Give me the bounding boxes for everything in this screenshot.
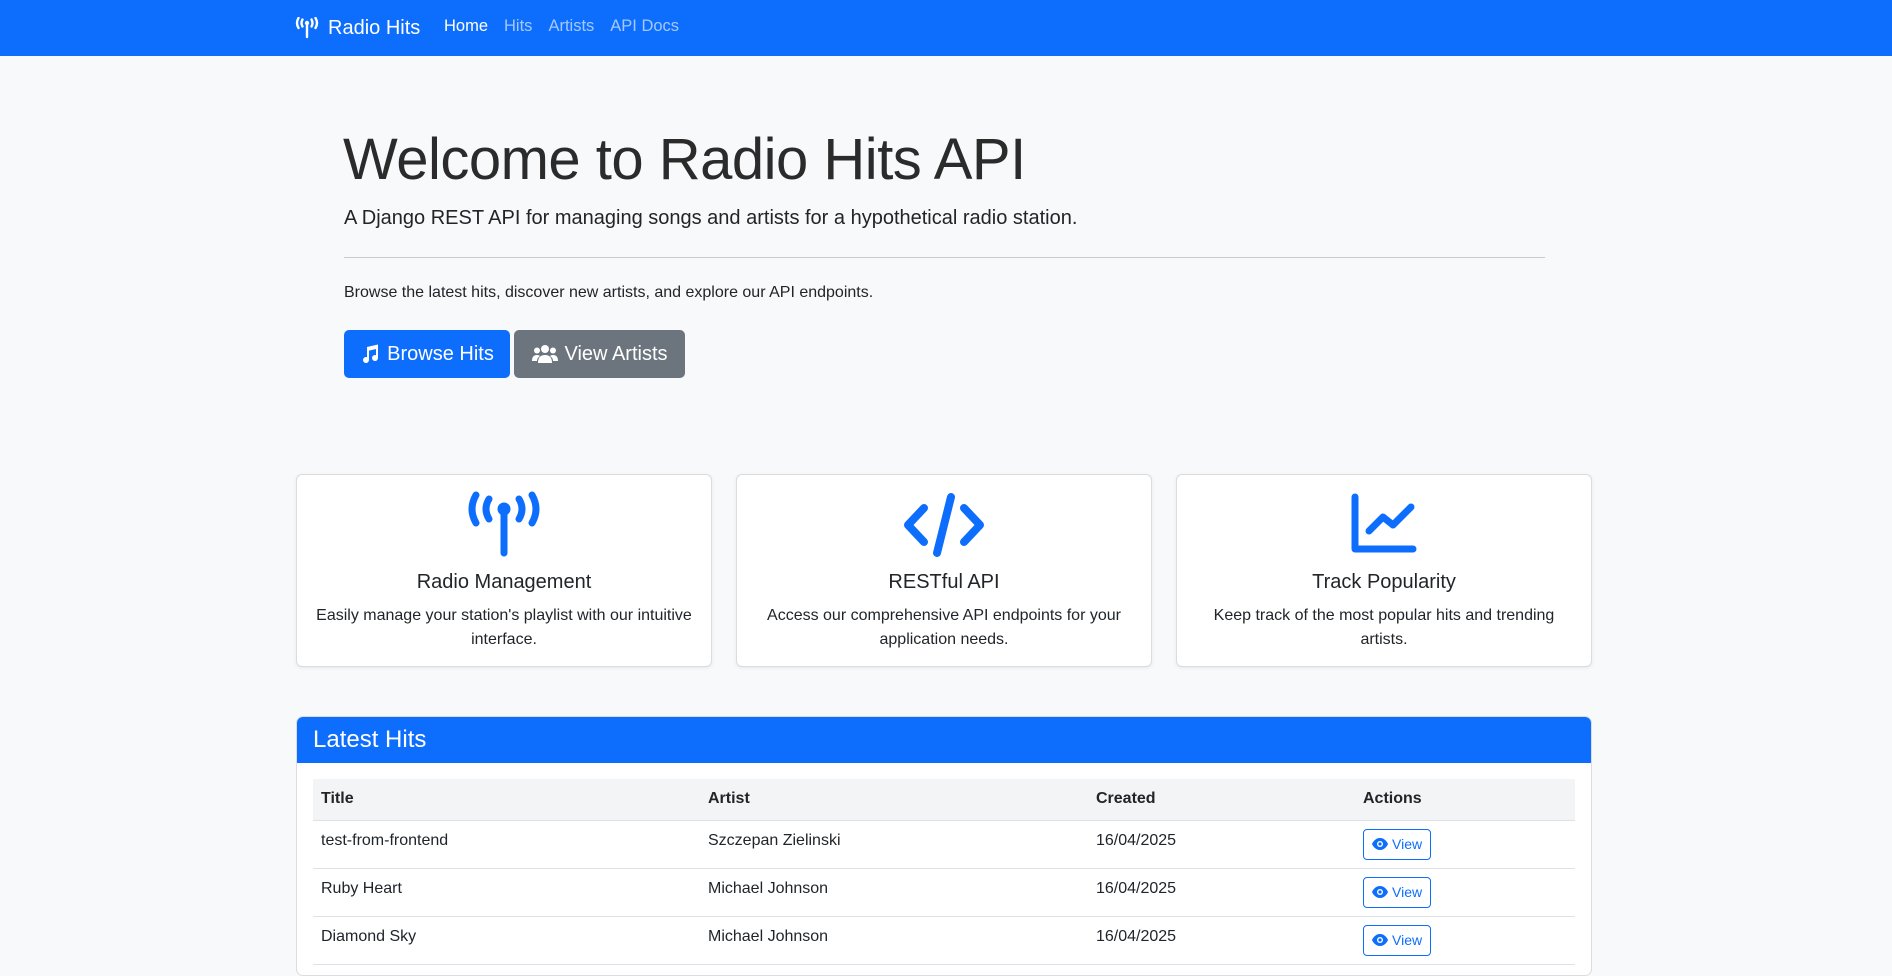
feature-title: Radio Management: [416, 571, 592, 593]
column-header-created: Created: [1088, 779, 1355, 821]
navbar: Radio Hits Home Hits Artists API Docs: [0, 0, 1892, 56]
music-icon: [363, 344, 379, 364]
hit-actions: View: [1355, 868, 1575, 917]
chart-line-icon: [1351, 493, 1417, 553]
feature-text: Easily manage your station's playlist wi…: [316, 607, 692, 648]
feature-card-restful-api: RESTful API Access our comprehensive API…: [736, 474, 1152, 667]
broadcast-tower-icon: [295, 17, 319, 39]
hit-artist: Michael Johnson: [700, 868, 1088, 917]
users-icon: [531, 345, 558, 363]
column-header-title: Title: [313, 779, 700, 821]
nav-links: Home Hits Artists API Docs: [444, 17, 695, 36]
latest-hits-card: Latest Hits Title Artist Created Actions…: [296, 716, 1592, 976]
eye-icon: [1372, 886, 1388, 898]
broadcast-tower-icon: [468, 491, 540, 557]
view-button-label: View: [1392, 836, 1423, 852]
nav-link-artists[interactable]: Artists: [548, 17, 594, 36]
hit-title: Ruby Heart: [313, 868, 700, 917]
view-button[interactable]: View: [1363, 828, 1432, 860]
nav-link-api-docs[interactable]: API Docs: [610, 17, 679, 36]
table-header-row: Title Artist Created Actions: [313, 779, 1575, 821]
brand-link[interactable]: Radio Hits: [295, 14, 420, 42]
view-button-label: View: [1392, 884, 1423, 900]
column-header-actions: Actions: [1355, 779, 1575, 821]
hit-title: Diamond Sky: [313, 916, 700, 965]
eye-icon: [1372, 838, 1388, 850]
nav-link-home[interactable]: Home: [444, 17, 488, 36]
hit-artist: Szczepan Zielinski: [700, 820, 1088, 869]
feature-card-radio-management: Radio Management Easily manage your stat…: [296, 474, 712, 667]
browse-hits-button[interactable]: Browse Hits: [344, 330, 510, 378]
hero-lead: A Django REST API for managing songs and…: [344, 207, 1078, 229]
feature-title: RESTful API: [888, 571, 1000, 593]
hero-divider: [344, 257, 1545, 258]
column-header-artist: Artist: [700, 779, 1088, 821]
hits-table: Title Artist Created Actions test-from-f…: [313, 779, 1575, 965]
view-artists-button[interactable]: View Artists: [514, 330, 685, 378]
hit-created: 16/04/2025: [1088, 820, 1355, 869]
brand-label: Radio Hits: [328, 16, 421, 39]
feature-card-track-popularity: Track Popularity Keep track of the most …: [1176, 474, 1592, 667]
eye-icon: [1372, 934, 1388, 946]
table-row: Ruby Heart Michael Johnson 16/04/2025 Vi…: [313, 868, 1575, 917]
page-title: Welcome to Radio Hits API: [343, 127, 1026, 192]
view-artists-label: View Artists: [564, 342, 668, 365]
hit-created: 16/04/2025: [1088, 868, 1355, 917]
hit-actions: View: [1355, 916, 1575, 965]
feature-text: Access our comprehensive API endpoints f…: [767, 607, 1121, 648]
code-icon: [904, 493, 984, 557]
hit-created: 16/04/2025: [1088, 916, 1355, 965]
hero-text: Browse the latest hits, discover new art…: [344, 284, 874, 301]
view-button-label: View: [1392, 932, 1423, 948]
table-row: test-from-frontend Szczepan Zielinski 16…: [313, 820, 1575, 869]
feature-title: Track Popularity: [1312, 571, 1456, 593]
view-button[interactable]: View: [1363, 876, 1432, 908]
hit-actions: View: [1355, 820, 1575, 869]
hit-artist: Michael Johnson: [700, 916, 1088, 965]
browse-hits-label: Browse Hits: [387, 342, 494, 365]
table-row: Diamond Sky Michael Johnson 16/04/2025 V…: [313, 916, 1575, 965]
feature-text: Keep track of the most popular hits and …: [1213, 607, 1555, 648]
latest-hits-header: Latest Hits: [297, 717, 1591, 763]
hit-title: test-from-frontend: [313, 820, 700, 869]
nav-link-hits[interactable]: Hits: [504, 17, 532, 36]
